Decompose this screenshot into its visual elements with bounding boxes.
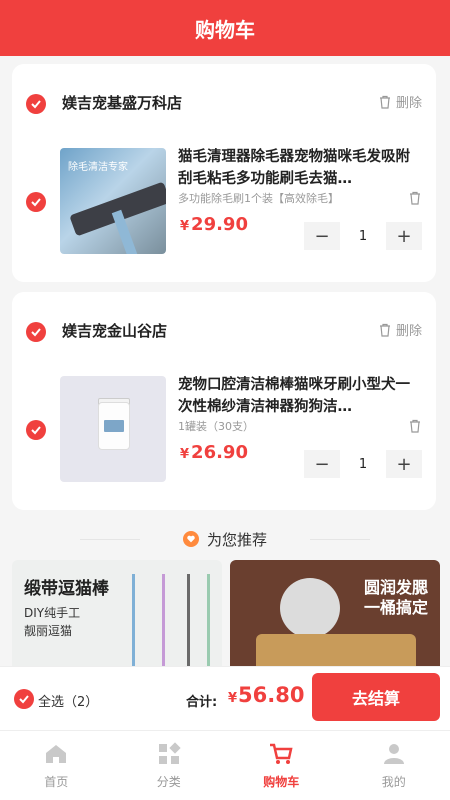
shop-delete-button[interactable]: 删除 [378, 92, 422, 111]
ribbon-stick [162, 574, 165, 670]
product-price: ¥26.90 [180, 442, 248, 463]
shop-delete-label: 删除 [395, 96, 422, 111]
tab-category[interactable]: 分类 [113, 731, 226, 800]
recommend-card-title: 缎带逗猫棒 [24, 579, 109, 599]
recommend-title: 为您推荐 [206, 530, 267, 549]
cat-photo [280, 578, 340, 638]
ribbon-stick [132, 574, 135, 670]
shop-checkbox[interactable] [26, 322, 46, 342]
home-icon [46, 745, 67, 763]
checkout-bar: 全选（2） 合计: ¥56.80 去结算 [0, 666, 450, 730]
product-price: ¥29.90 [180, 214, 248, 235]
product-title[interactable]: 宠物口腔清洁棉棒猫咪牙刷小型犬一次性棉纱清洁神器狗狗洁… [178, 374, 412, 418]
recommend-card[interactable]: 缎带逗猫棒 DIY纯手工 靓丽逗猫 [12, 560, 222, 670]
tab-profile[interactable]: 我的 [338, 731, 450, 800]
tab-cart[interactable]: 购物车 [225, 731, 338, 800]
cart-icon [270, 743, 293, 764]
item-checkbox[interactable] [26, 420, 46, 440]
trash-icon [379, 323, 390, 337]
shop-name[interactable]: 媄吉宠金山谷店 [62, 320, 167, 341]
tab-label: 分类 [156, 775, 181, 789]
decrease-button[interactable]: − [304, 222, 340, 250]
shop-delete-button[interactable]: 删除 [378, 320, 422, 339]
recommend-card-line: DIY纯手工 [24, 606, 81, 620]
product-image[interactable]: 除毛清洁专家 [60, 148, 166, 254]
quantity-stepper: − 1 + [304, 222, 422, 250]
product-image[interactable] [60, 376, 166, 482]
decrease-button[interactable]: − [304, 450, 340, 478]
jar-label [104, 420, 124, 432]
recommend-header: 为您推荐 [0, 524, 450, 554]
tab-label: 首页 [44, 775, 69, 789]
category-icon [158, 742, 181, 764]
recommend-card[interactable]: 圆润发腮 一桶搞定 [230, 560, 440, 670]
quantity-stepper: − 1 + [304, 450, 422, 478]
quantity-value[interactable]: 1 [340, 229, 386, 244]
trash-icon [379, 95, 390, 109]
tab-home[interactable]: 首页 [0, 731, 113, 800]
product-spec[interactable]: 1罐装（30支） [178, 418, 254, 434]
product-spec[interactable]: 多功能除毛刷1个装【高效除毛】 [178, 190, 339, 206]
recommend-card-line: 靓丽逗猫 [24, 624, 73, 638]
ribbon-stick [187, 574, 190, 670]
tab-label: 购物车 [263, 775, 300, 789]
food-photo [256, 634, 416, 670]
ribbon-stick [207, 574, 210, 670]
select-all-checkbox[interactable] [14, 689, 34, 709]
bottom-tabbar: 首页 分类 购物车 我的 [0, 730, 450, 800]
thumb-title: 除毛清洁专家 [68, 162, 128, 173]
quantity-value[interactable]: 1 [340, 457, 386, 472]
tab-label: 我的 [381, 775, 406, 789]
heart-icon [182, 531, 199, 547]
shop-name[interactable]: 媄吉宠基盛万科店 [62, 92, 182, 113]
user-icon [383, 744, 404, 764]
item-trash-icon[interactable] [408, 419, 422, 433]
shop-card: 媄吉宠金山谷店 删除 宠物口腔清洁棉棒猫咪牙刷小型犬一次性棉纱清洁神器狗狗洁… … [12, 292, 436, 510]
product-title[interactable]: 猫毛清理器除毛器宠物猫咪毛发吸附刮毛粘毛多功能刷毛去猫… [178, 146, 412, 190]
increase-button[interactable]: + [386, 222, 422, 250]
recommend-card-line: 一桶搞定 [363, 598, 428, 617]
increase-button[interactable]: + [386, 450, 422, 478]
shop-delete-label: 删除 [395, 324, 422, 339]
page-header: 购物车 [0, 0, 450, 56]
item-trash-icon[interactable] [408, 191, 422, 205]
shop-card: 媄吉宠基盛万科店 删除 除毛清洁专家 猫毛清理器除毛器宠物猫咪毛发吸附刮毛粘毛多… [12, 64, 436, 282]
shop-row: 媄吉宠金山谷店 删除 [12, 292, 436, 364]
checkout-button[interactable]: 去结算 [312, 673, 440, 721]
select-all-label[interactable]: 全选（2） [38, 691, 98, 710]
shop-checkbox[interactable] [26, 94, 46, 114]
shop-row: 媄吉宠基盛万科店 删除 [12, 64, 436, 136]
page-title: 购物车 [195, 17, 255, 42]
total-amount: ¥56.80 [228, 683, 305, 707]
total-label: 合计: [186, 695, 218, 710]
item-checkbox[interactable] [26, 192, 46, 212]
